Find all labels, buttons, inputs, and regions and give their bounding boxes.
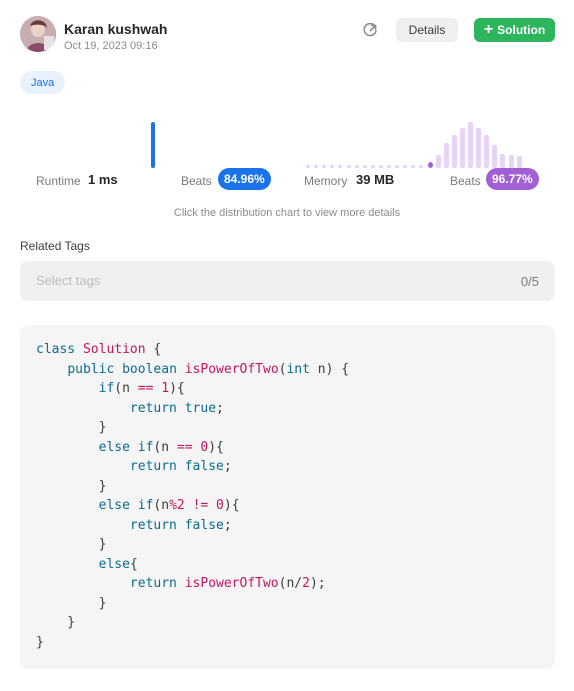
submission-date: Oct 19, 2023 09:16	[64, 40, 158, 52]
code-line: public boolean isPowerOfTwo(int n) {	[67, 361, 350, 377]
stats-row: Runtime 1 ms Beats 84.96% Memory 39 MB B…	[20, 168, 554, 192]
username[interactable]: Karan kushwah	[64, 21, 167, 37]
memory-distribution-bar[interactable]	[500, 154, 506, 168]
memory-beats-badge: 96.77%	[486, 168, 539, 190]
memory-distribution-bar[interactable]	[492, 145, 498, 168]
memory-distribution-bar[interactable]	[476, 128, 482, 168]
code-line: }	[36, 615, 76, 630]
avatar[interactable]	[20, 16, 56, 52]
code-line: else if(n%2 != 0){	[98, 498, 240, 513]
code-line: }	[36, 478, 107, 494]
code-line: return true;	[129, 400, 224, 416]
code-line: return false;	[129, 459, 232, 474]
chart-hint: Click the distribution chart to view mor…	[173, 207, 401, 219]
memory-distribution-bar[interactable]	[468, 122, 473, 168]
code-line: class Solution {	[36, 342, 162, 357]
distribution-charts[interactable]	[20, 108, 554, 168]
runtime-value: 1 ms	[88, 172, 118, 187]
code-line: return isPowerOfTwo(n/2);	[129, 576, 326, 591]
memory-distribution-bar[interactable]	[443, 143, 449, 168]
memory-distribution-bar[interactable]	[459, 128, 465, 168]
runtime-beats-badge: 84.96%	[218, 168, 271, 190]
memory-distribution-bar[interactable]	[516, 156, 522, 168]
code-line: }	[36, 595, 107, 611]
code-line: }	[36, 420, 107, 435]
share-button[interactable]	[360, 21, 380, 41]
submission-header: Karan kushwah Oct 19, 2023 09:16 Details…	[20, 16, 555, 56]
runtime-label: Runtime	[36, 174, 81, 188]
tags-selector[interactable]: 0/5	[20, 261, 555, 301]
runtime-distribution-bar[interactable]	[151, 122, 155, 168]
memory-distribution-bar[interactable]	[508, 155, 514, 168]
solution-button-label: Solution	[497, 23, 546, 37]
code-line: }	[36, 634, 44, 650]
memory-beats-label: Beats	[450, 174, 481, 188]
tags-input[interactable]	[36, 273, 336, 288]
memory-distribution-bar[interactable]	[451, 135, 457, 168]
details-button[interactable]: Details	[396, 18, 458, 42]
code-line: return false;	[129, 517, 232, 533]
memory-distribution-bar[interactable]	[484, 135, 490, 168]
memory-value: 39 MB	[356, 172, 395, 187]
runtime-beats-label: Beats	[181, 174, 212, 188]
solution-button[interactable]: + Solution	[474, 18, 555, 42]
memory-label: Memory	[304, 174, 348, 188]
code-line: else if(n == 0){	[98, 439, 224, 455]
code-line: else{	[98, 556, 138, 572]
plus-icon: +	[483, 20, 494, 38]
related-tags-label: Related Tags	[20, 239, 90, 253]
memory-distribution-bar[interactable]	[435, 155, 441, 168]
code-block[interactable]: class Solution { public boolean isPowerO…	[20, 325, 555, 669]
language-tag[interactable]: Java	[20, 71, 66, 94]
code-line: if(n == 1){	[98, 381, 185, 396]
share-icon	[363, 23, 377, 37]
code-line: }	[36, 537, 107, 552]
code-content[interactable]: class Solution { public boolean isPowerO…	[36, 340, 349, 652]
tags-count: 0/5	[520, 274, 539, 289]
